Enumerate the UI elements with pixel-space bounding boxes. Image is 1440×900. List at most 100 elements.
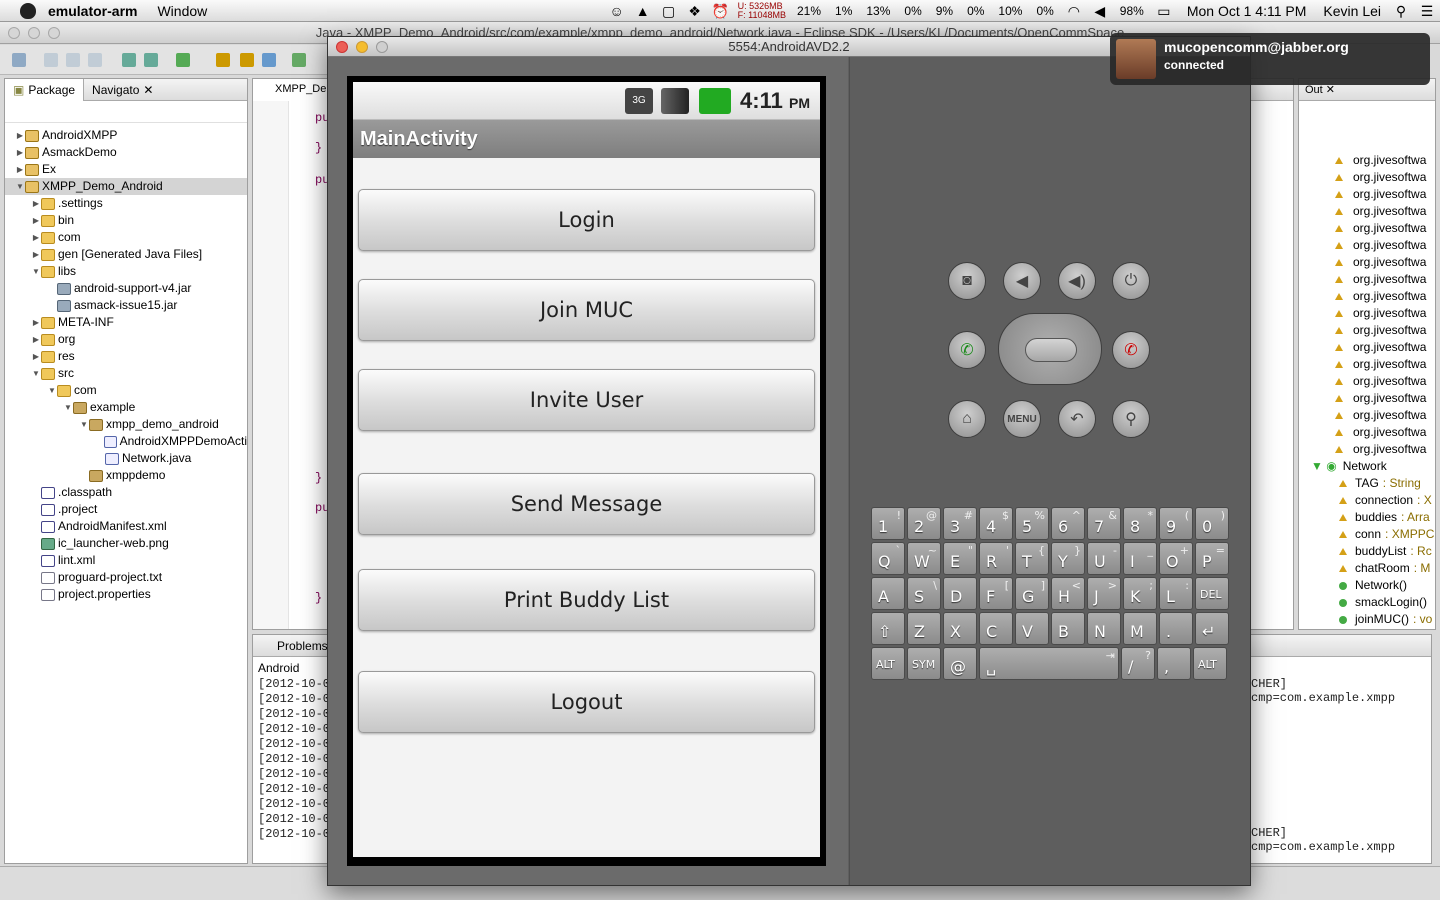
- tree-item[interactable]: ▶ AsmackDemo: [5, 144, 247, 161]
- close-icon[interactable]: ✕: [1326, 84, 1335, 96]
- tree-item[interactable]: .project: [5, 501, 247, 518]
- tab-problems[interactable]: Problems: [277, 639, 328, 653]
- camera-icon[interactable]: ◙: [948, 262, 986, 300]
- key[interactable]: /?: [1121, 647, 1155, 680]
- collapsed-chevron-icon[interactable]: ▶: [31, 314, 41, 331]
- key[interactable]: 3 #: [943, 507, 977, 540]
- key[interactable]: ,: [1157, 647, 1191, 680]
- outline-item[interactable]: org.jivesoftwa: [1299, 424, 1435, 441]
- outline-member[interactable]: chatRoom: M: [1299, 560, 1435, 577]
- tree-item[interactable]: ▶ bin: [5, 212, 247, 229]
- wifi-icon[interactable]: ◠: [1061, 0, 1087, 22]
- outline-item[interactable]: org.jivesoftwa: [1299, 305, 1435, 322]
- tree-item[interactable]: ▼ XMPP_Demo_Android: [5, 178, 247, 195]
- memory-readout[interactable]: U: 5326MB F: 11048MB: [734, 2, 790, 20]
- home-icon[interactable]: ⌂: [948, 400, 986, 438]
- outline-item[interactable]: org.jivesoftwa: [1299, 322, 1435, 339]
- key[interactable]: 7 &: [1087, 507, 1121, 540]
- code-line[interactable]: }: [315, 141, 322, 155]
- tree-item[interactable]: ▶ AndroidXMPP: [5, 127, 247, 144]
- tab-network-java[interactable]: XMPP_Der: [253, 79, 333, 101]
- minimize-icon[interactable]: [356, 41, 368, 53]
- tree-item[interactable]: ▼ example: [5, 399, 247, 416]
- tree-item[interactable]: .classpath: [5, 484, 247, 501]
- key[interactable]: ALT: [871, 647, 905, 680]
- volume-up-icon[interactable]: ◀): [1058, 262, 1096, 300]
- outline-member[interactable]: buddyList: Rc: [1299, 543, 1435, 560]
- tree-item[interactable]: ▼ src: [5, 365, 247, 382]
- key[interactable]: I _: [1123, 542, 1157, 575]
- tree-item[interactable]: android-support-v4.jar: [5, 280, 247, 297]
- key[interactable]: 1!: [871, 507, 905, 540]
- outline-member[interactable]: conn: XMPPC: [1299, 526, 1435, 543]
- outline-item[interactable]: org.jivesoftwa: [1299, 237, 1435, 254]
- outline-class-network[interactable]: ▼ ◉ Network: [1299, 458, 1435, 475]
- window-menu[interactable]: Window: [157, 3, 207, 19]
- battery-status[interactable]: 98%: [1113, 0, 1151, 22]
- notification-center-icon[interactable]: ☰: [1414, 0, 1440, 22]
- tree-item[interactable]: ▶ com: [5, 229, 247, 246]
- key[interactable]: G]: [1015, 577, 1049, 610]
- volume-icon[interactable]: ◀: [1087, 0, 1113, 22]
- collapsed-chevron-icon[interactable]: ▶: [31, 246, 41, 263]
- menu-button[interactable]: MENU: [1003, 400, 1041, 438]
- outline-member[interactable]: Network(): [1299, 577, 1435, 594]
- dpad[interactable]: [998, 313, 1102, 385]
- key[interactable]: 6 ^: [1051, 507, 1085, 540]
- key[interactable]: DEL: [1195, 577, 1229, 610]
- collapsed-chevron-icon[interactable]: ▶: [31, 229, 41, 246]
- login-button[interactable]: Login: [358, 189, 815, 251]
- outline-member[interactable]: joinMUC(): vo: [1299, 611, 1435, 628]
- print-icon[interactable]: [88, 53, 102, 67]
- screen-icon[interactable]: ▢: [656, 0, 682, 22]
- outline-item[interactable]: org.jivesoftwa: [1299, 339, 1435, 356]
- tree-item[interactable]: ▼ com: [5, 382, 247, 399]
- power-icon[interactable]: ⏻: [1112, 262, 1150, 300]
- key[interactable]: U-: [1087, 542, 1121, 575]
- external-tools-icon[interactable]: [292, 53, 306, 67]
- minimize-icon[interactable]: [28, 27, 40, 39]
- user-menu[interactable]: Kevin Lei: [1316, 0, 1388, 22]
- back-icon[interactable]: ↶: [1058, 400, 1096, 438]
- key[interactable]: D: [943, 577, 977, 610]
- expanded-chevron-icon[interactable]: ▼: [47, 382, 57, 399]
- key[interactable]: C: [979, 612, 1013, 645]
- dpad-center[interactable]: [1025, 338, 1077, 362]
- code-line[interactable]: }: [315, 471, 322, 485]
- print-buddy-list-button[interactable]: Print Buddy List: [358, 569, 815, 631]
- tree-item[interactable]: asmack-issue15.jar: [5, 297, 247, 314]
- expanded-chevron-icon[interactable]: ▼: [15, 178, 25, 195]
- outline-item[interactable]: org.jivesoftwa: [1299, 220, 1435, 237]
- key[interactable]: 8 *: [1123, 507, 1157, 540]
- send-message-button[interactable]: Send Message: [358, 473, 815, 535]
- outline-item[interactable]: org.jivesoftwa: [1299, 441, 1435, 458]
- search-icon[interactable]: ⚲: [1112, 400, 1150, 438]
- key[interactable]: 5%: [1015, 507, 1049, 540]
- key[interactable]: E ": [943, 542, 977, 575]
- outline-item[interactable]: org.jivesoftwa: [1299, 152, 1435, 169]
- expanded-chevron-icon[interactable]: ▼: [79, 416, 89, 433]
- key[interactable]: J >: [1087, 577, 1121, 610]
- outline-item[interactable]: org.jivesoftwa: [1299, 390, 1435, 407]
- key[interactable]: L:: [1159, 577, 1193, 610]
- collapsed-chevron-icon[interactable]: ▶: [31, 331, 41, 348]
- logout-button[interactable]: Logout: [358, 671, 815, 733]
- outline-member[interactable]: smackLogin(): [1299, 594, 1435, 611]
- key[interactable]: Y}: [1051, 542, 1085, 575]
- expanded-chevron-icon[interactable]: ▼: [63, 399, 73, 416]
- key[interactable]: H <: [1051, 577, 1085, 610]
- outline-item[interactable]: org.jivesoftwa: [1299, 186, 1435, 203]
- apple-icon[interactable]: [20, 2, 36, 19]
- key[interactable]: 2 @: [907, 507, 941, 540]
- tree-item[interactable]: ▼ libs: [5, 263, 247, 280]
- tab-package-explorer[interactable]: ▣ Package: [5, 79, 85, 101]
- outline-member[interactable]: TAG: String: [1299, 475, 1435, 492]
- collapsed-chevron-icon[interactable]: ▶: [15, 144, 25, 161]
- tree-item[interactable]: ▶ Ex: [5, 161, 247, 178]
- clock[interactable]: Mon Oct 1 4:11 PM: [1177, 0, 1317, 22]
- tree-item[interactable]: ▶ .settings: [5, 195, 247, 212]
- dropbox-icon[interactable]: ❖: [682, 0, 708, 22]
- collapsed-chevron-icon[interactable]: ▶: [31, 212, 41, 229]
- key[interactable]: O +: [1159, 542, 1193, 575]
- key[interactable]: .: [1159, 612, 1193, 645]
